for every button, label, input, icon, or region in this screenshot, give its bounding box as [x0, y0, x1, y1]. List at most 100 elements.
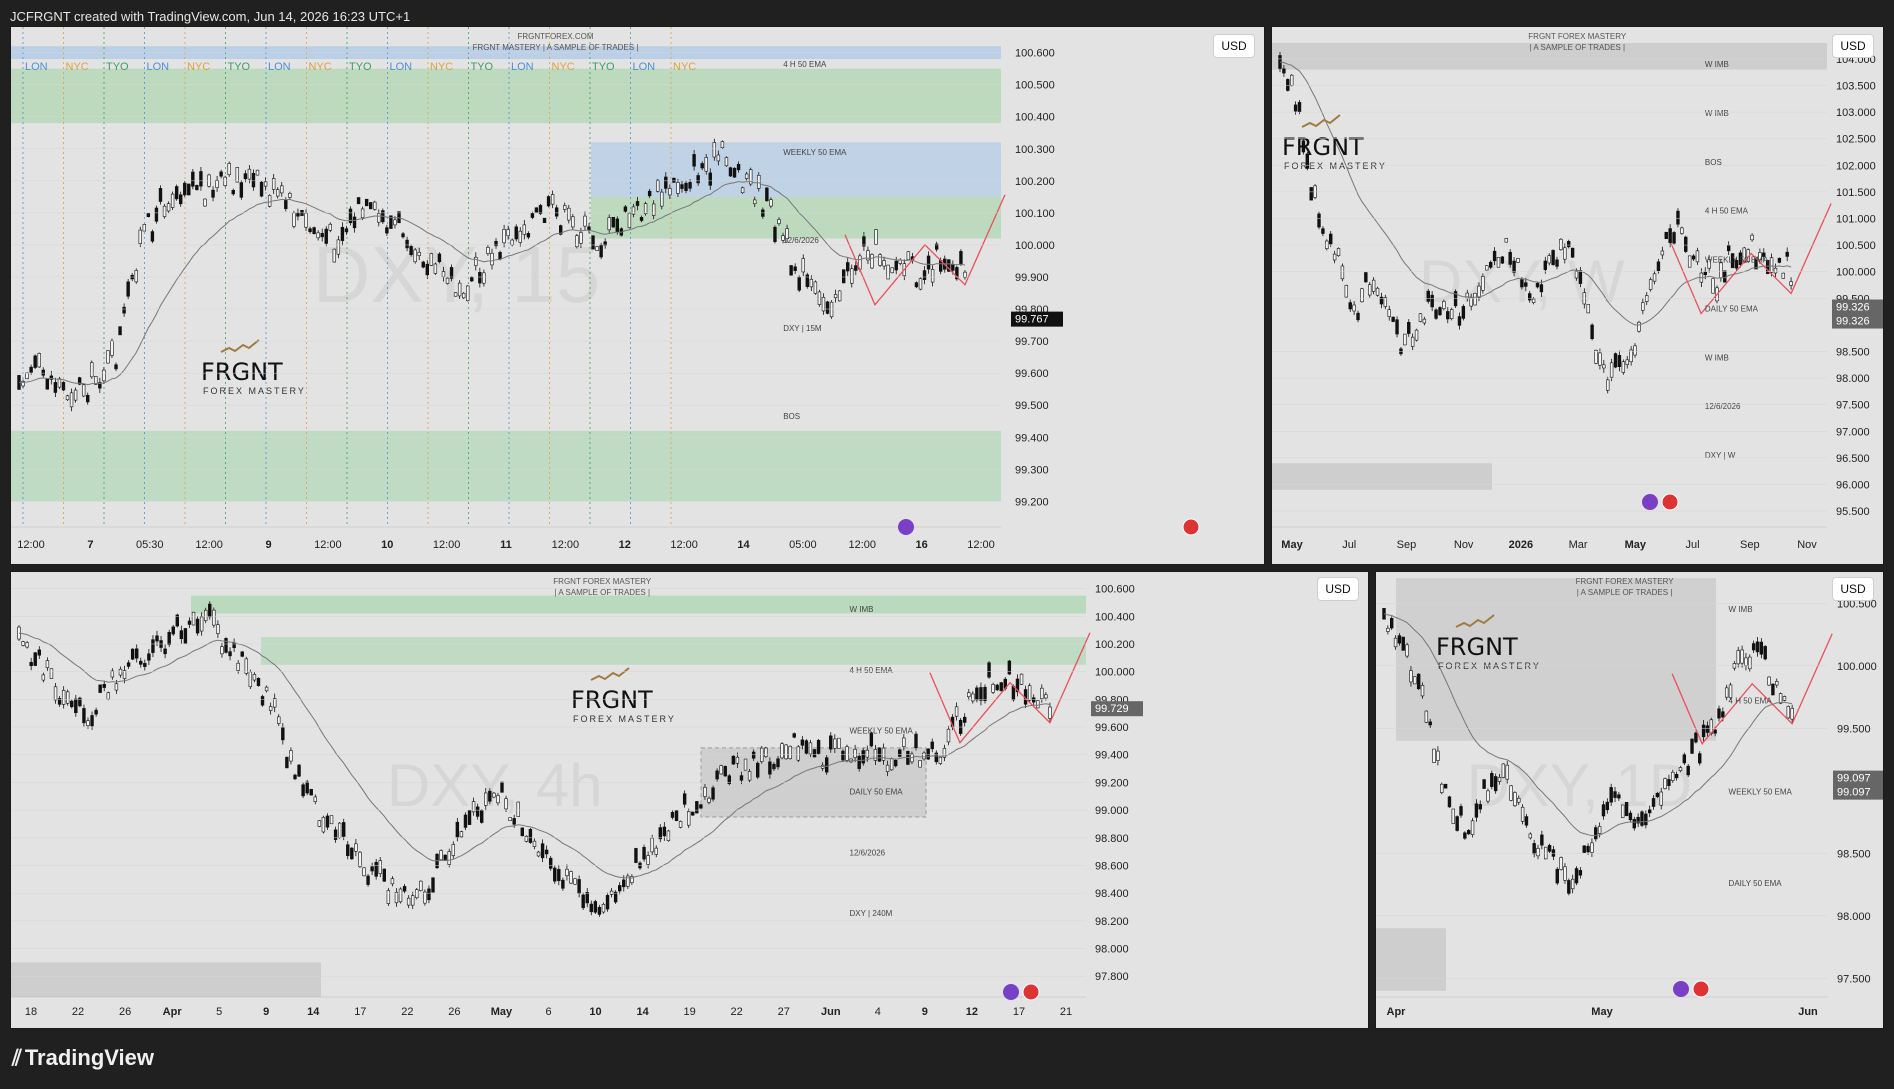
candle-body	[1586, 304, 1590, 314]
candle-body	[1563, 247, 1567, 260]
chart-credit: JCFRGNT created with TradingView.com, Ju…	[10, 9, 411, 24]
candle-body	[1386, 627, 1390, 632]
candle-body	[987, 662, 991, 678]
candle-body	[1344, 284, 1349, 298]
candle-body	[1504, 238, 1508, 243]
candle-body	[1517, 798, 1521, 803]
candle-body	[1048, 706, 1052, 719]
candle-body	[1771, 683, 1775, 696]
currency-button[interactable]: USD	[1213, 34, 1255, 58]
candle-body	[656, 179, 660, 192]
chart-canvas-weekly[interactable]: DXY, WFRGNT FOREX MASTERY| A SAMPLE OF T…	[1272, 27, 1883, 564]
candle-body	[963, 716, 967, 723]
chart-pane-15m[interactable]: LON NYC TYO LON NYC TYO LON NYC TYO LON NYC TYO LON N…	[10, 26, 1265, 565]
candle-body	[142, 224, 147, 232]
candle-body	[183, 628, 188, 644]
candle-body	[1574, 868, 1579, 884]
us-flag-icon	[1692, 980, 1710, 998]
chart-pane-4h[interactable]: DXY, 4h FRGNT FOREX MASTERY | A SAMPLE OF …	[10, 571, 1369, 1029]
candle-body	[769, 199, 773, 207]
candle-body	[1671, 771, 1675, 781]
candle-body	[1782, 696, 1787, 701]
currency-button[interactable]: USD	[1832, 577, 1874, 601]
chart-canvas-daily[interactable]: DXY, 1D FRGNT FOREX MASTERY | A SAMPLE OF …	[1376, 572, 1883, 1028]
candle-body	[158, 188, 163, 202]
chart-canvas-15m[interactable]: LON NYC TYO LON NYC TYO LON NYC TYO LON NYC TYO LON N…	[11, 27, 1264, 564]
time-tick: 9	[263, 1006, 269, 1018]
time-tick: Sep	[1740, 539, 1760, 551]
candle-body	[86, 720, 90, 726]
candle-body	[1438, 307, 1442, 316]
chart-pane-daily[interactable]: DXY, 1D FRGNT FOREX MASTERY | A SAMPLE OF …	[1375, 571, 1884, 1029]
candle-body	[1632, 819, 1636, 829]
candle-body	[557, 869, 561, 882]
time-tick: Jun	[1798, 1006, 1818, 1018]
candle-body	[744, 173, 749, 179]
candle-body	[1678, 767, 1683, 771]
logo-title: FRGNT	[1436, 633, 1518, 661]
candle-body	[82, 708, 86, 724]
candle-body	[1778, 693, 1783, 704]
candle-body	[397, 211, 401, 224]
candle-body	[571, 216, 575, 228]
currency-button[interactable]: USD	[1832, 34, 1874, 58]
candle-body	[954, 706, 959, 717]
candle-body	[86, 394, 90, 403]
candle-body	[975, 687, 979, 701]
candle-body	[451, 844, 455, 856]
candle-body	[605, 895, 610, 910]
price-tick: 100.000	[1095, 667, 1135, 679]
candle-body	[1496, 257, 1501, 268]
price-tick: 100.000	[1015, 240, 1055, 252]
candle-body	[1352, 304, 1356, 312]
candle-body	[498, 252, 502, 260]
candle-body	[321, 816, 326, 833]
time-tick: 10	[381, 539, 393, 551]
candle-body	[297, 764, 301, 777]
candle-body	[660, 191, 664, 207]
candle-body	[1719, 262, 1723, 279]
candle-body	[385, 227, 389, 234]
candle-body	[1440, 783, 1444, 793]
chart-pane-weekly[interactable]: DXY, W FRGNT FOREX MASTERY | A SAMPLE OF T…	[1271, 26, 1884, 565]
currency-button[interactable]: USD	[1317, 577, 1359, 601]
candle-body	[1410, 336, 1415, 347]
candle-body	[1434, 309, 1438, 319]
candle-body	[724, 157, 729, 167]
price-label: 99.729	[1095, 703, 1129, 715]
candle-body	[126, 662, 131, 667]
candle-body	[21, 641, 25, 646]
candle-body	[666, 830, 671, 841]
candle-body	[1467, 830, 1471, 835]
candle-body	[1463, 832, 1467, 839]
chart-canvas-4h[interactable]: DXY, 4h FRGNT FOREX MASTERY | A SAMPLE OF …	[11, 572, 1368, 1028]
candle-body	[837, 737, 841, 749]
candle-body	[191, 611, 196, 626]
candle-body	[61, 382, 66, 391]
candle-body	[1512, 260, 1516, 273]
candle-body	[926, 255, 931, 270]
candle-body	[360, 208, 365, 219]
candle-body	[546, 196, 551, 207]
annotation-label: WEEKLY 50 EMA	[1729, 788, 1793, 797]
flash-icon	[1673, 981, 1689, 997]
time-tick: 12:00	[433, 539, 461, 551]
supply-zone	[11, 68, 1001, 124]
candle-body	[151, 639, 155, 653]
candle-body	[692, 154, 696, 167]
candle-body	[524, 835, 529, 842]
candle-body	[1680, 227, 1684, 234]
candle-body	[317, 820, 322, 827]
session-label: TYO	[349, 61, 372, 73]
price-tick: 103.000	[1836, 107, 1876, 119]
session-label: LON	[511, 61, 534, 73]
candle-body	[676, 182, 680, 194]
time-tick: 12	[966, 1006, 978, 1018]
candle-body	[890, 267, 894, 274]
tradingview-brand[interactable]: ⫽ TradingView	[12, 1045, 154, 1071]
candle-body	[688, 182, 692, 189]
candle-body	[991, 684, 995, 693]
candle-body	[263, 181, 268, 187]
price-tick: 100.200	[1095, 639, 1135, 651]
time-axis: Apr May Jun	[1376, 996, 1828, 1018]
